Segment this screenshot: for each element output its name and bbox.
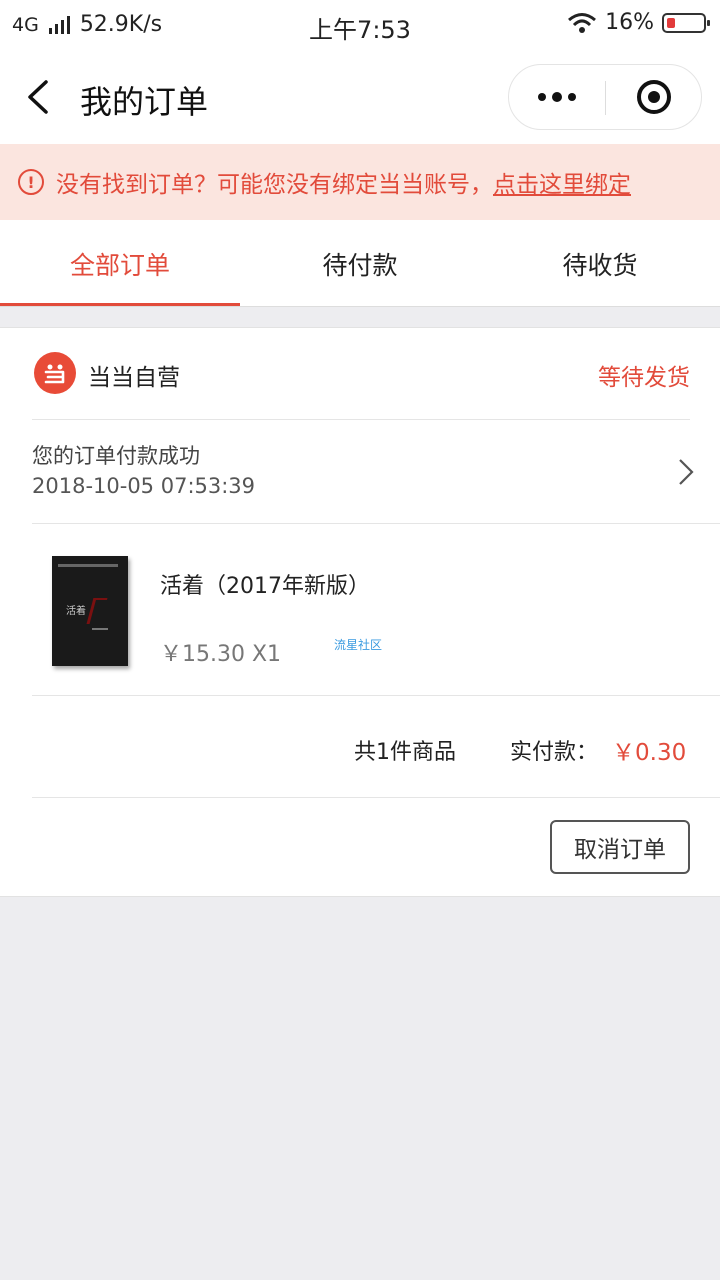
- tab-pending-receipt[interactable]: 待收货: [480, 220, 720, 306]
- close-mini-program-button[interactable]: [606, 65, 702, 129]
- page-title: 我的订单: [80, 83, 209, 121]
- shop-row: 当当自营 等待发货: [32, 328, 690, 420]
- wifi-icon: [568, 12, 597, 33]
- shop-name: 当当自营: [88, 365, 180, 391]
- battery-percent: 16%: [605, 10, 654, 35]
- chevron-left-icon: [28, 80, 48, 114]
- item-count: 共1件商品: [354, 740, 456, 765]
- book-cover-image: 活着: [52, 556, 128, 666]
- watermark: 流星社区: [334, 638, 383, 652]
- order-info-row[interactable]: 您的订单付款成功 2018-10-05 07:53:39: [32, 420, 720, 524]
- bind-account-notice: ! 没有找到订单？可能您没有绑定当当账号， 点击这里绑定: [0, 144, 720, 220]
- more-menu-button[interactable]: [509, 65, 605, 129]
- order-message: 您的订单付款成功: [32, 444, 200, 468]
- order-card: 当当自营 等待发货 您的订单付款成功 2018-10-05 07:53:39 活…: [0, 327, 720, 897]
- order-actions: 取消订单: [0, 798, 720, 898]
- product-title: 活着（2017年新版）: [160, 574, 370, 599]
- mini-program-capsule: [508, 64, 702, 130]
- order-time: 2018-10-05 07:53:39: [32, 474, 256, 498]
- bind-account-link[interactable]: 点击这里绑定: [493, 165, 631, 199]
- notice-text: 没有找到订单？可能您没有绑定当当账号，: [56, 172, 493, 198]
- status-bar: 4G 52.9K/s 上午7:53 16%: [0, 0, 720, 52]
- paid-amount: ￥0.30: [612, 740, 687, 766]
- target-icon: [637, 80, 671, 114]
- product-price: ￥15.30 X1: [160, 642, 282, 667]
- paid-label: 实付款：: [510, 740, 599, 765]
- order-tabs: 全部订单 待付款 待收货: [0, 220, 720, 307]
- exclamation-circle-icon: !: [18, 169, 44, 195]
- more-dots-icon: [538, 93, 546, 101]
- status-right: 16%: [567, 10, 710, 35]
- chevron-right-icon: [679, 459, 694, 485]
- tab-all-orders[interactable]: 全部订单: [0, 220, 240, 306]
- product-row[interactable]: 活着 活着（2017年新版） ￥15.30 X1 流星社区: [32, 524, 720, 696]
- cancel-order-button[interactable]: 取消订单: [550, 820, 690, 874]
- order-status: 等待发货: [598, 365, 690, 391]
- battery-icon: [662, 12, 710, 33]
- tab-pending-payment[interactable]: 待付款: [240, 220, 480, 306]
- dangdang-logo-icon: [34, 352, 76, 394]
- order-summary: 共1件商品 实付款： ￥0.30: [32, 696, 720, 798]
- back-button[interactable]: [22, 74, 62, 120]
- title-bar: 我的订单: [0, 52, 720, 144]
